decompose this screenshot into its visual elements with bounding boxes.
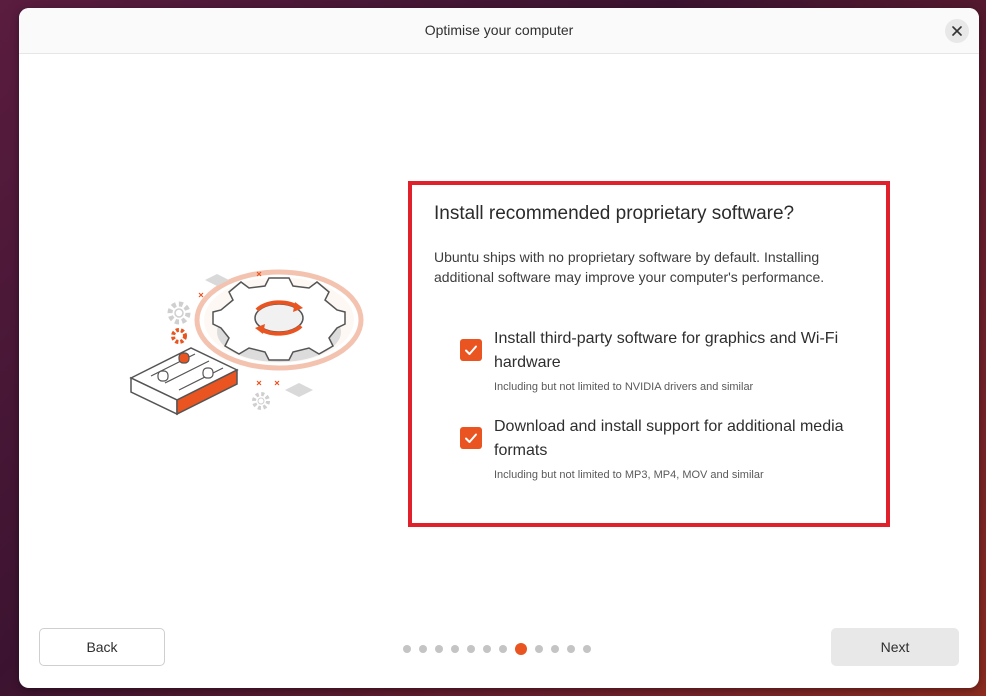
progress-dot: [499, 645, 507, 653]
graphics-wifi-checkbox[interactable]: [460, 339, 482, 361]
title-bar: Optimise your computer: [19, 8, 979, 54]
progress-dot-active: [515, 643, 527, 655]
progress-dot: [419, 645, 427, 653]
next-button[interactable]: Next: [831, 628, 959, 666]
media-formats-sublabel: Including but not limited to MP3, MP4, M…: [494, 469, 764, 481]
progress-dot: [435, 645, 443, 653]
progress-dot: [567, 645, 575, 653]
media-formats-checkbox[interactable]: [460, 427, 482, 449]
graphics-wifi-sublabel: Including but not limited to NVIDIA driv…: [494, 381, 754, 393]
progress-dot: [551, 645, 559, 653]
progress-dot: [583, 645, 591, 653]
back-button[interactable]: Back: [39, 628, 165, 666]
settings-gear-illustration: [129, 269, 364, 416]
close-button[interactable]: [945, 19, 969, 43]
installer-window: Optimise your computer Install recommend…: [19, 8, 979, 688]
card-description: Ubuntu ships with no proprietary softwar…: [434, 249, 825, 285]
checkmark-icon: [465, 345, 477, 355]
progress-dot: [535, 645, 543, 653]
checkmark-icon: [465, 433, 477, 443]
media-formats-label: Download and install support for additio…: [494, 418, 844, 459]
window-title: Optimise your computer: [424, 22, 574, 38]
close-icon: [952, 26, 962, 36]
progress-dot: [403, 645, 411, 653]
progress-dot: [467, 645, 475, 653]
proprietary-software-card: Install recommended proprietary software…: [408, 181, 890, 527]
progress-dot: [451, 645, 459, 653]
graphics-wifi-label: Install third-party software for graphic…: [494, 330, 839, 371]
progress-dots: [403, 643, 599, 655]
card-heading: Install recommended proprietary software…: [434, 203, 795, 224]
progress-dot: [483, 645, 491, 653]
